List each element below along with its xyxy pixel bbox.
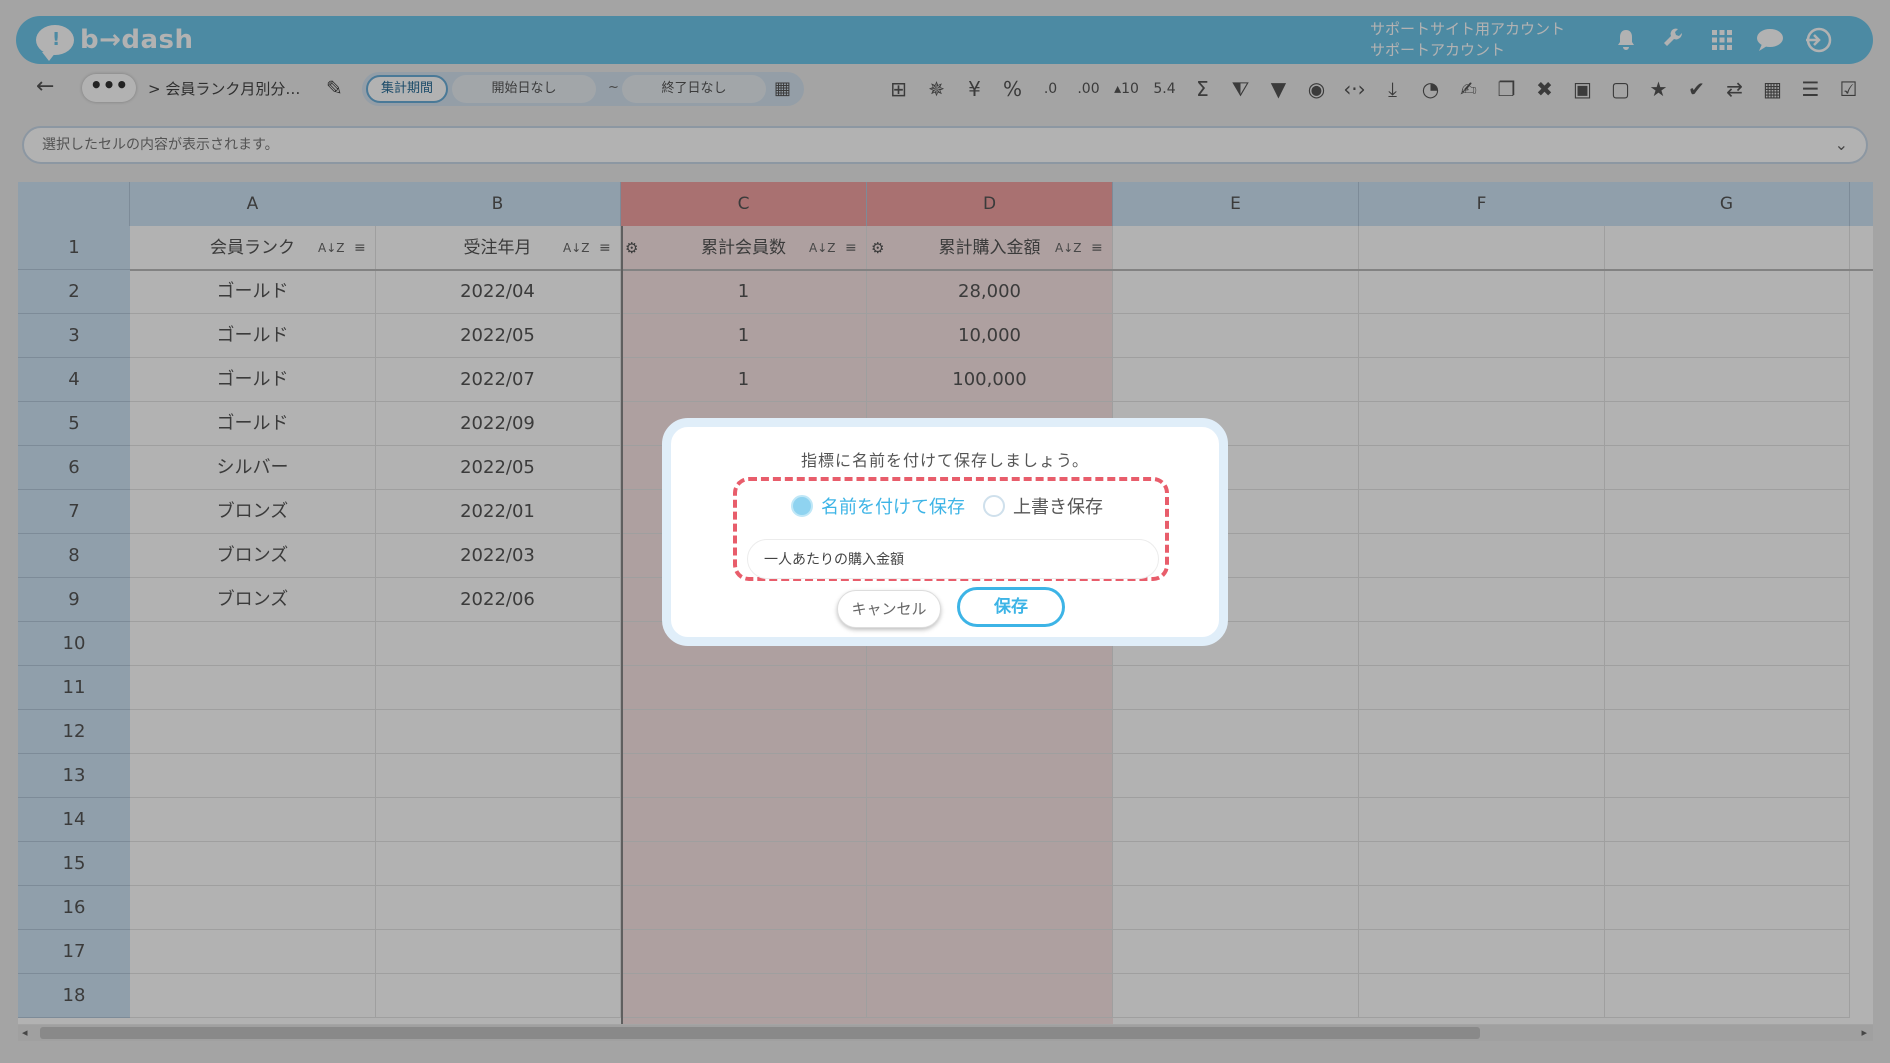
radio-save-as[interactable]: [791, 495, 813, 517]
save-mode-radio-group: 名前を付けて保存 上書き保存: [791, 493, 1103, 519]
metric-name-input[interactable]: [747, 539, 1159, 579]
save-button[interactable]: 保存: [957, 587, 1065, 627]
cancel-button[interactable]: キャンセル: [837, 590, 941, 628]
dialog-title: 指標に名前を付けて保存しましょう。: [800, 451, 1090, 470]
save-metric-dialog: 指標に名前を付けて保存しましょう。 名前を付けて保存 上書き保存 キャンセル 保…: [662, 418, 1228, 646]
radio-save-as-label[interactable]: 名前を付けて保存: [821, 493, 965, 519]
radio-overwrite-label[interactable]: 上書き保存: [1013, 493, 1103, 519]
radio-overwrite[interactable]: [983, 495, 1005, 517]
